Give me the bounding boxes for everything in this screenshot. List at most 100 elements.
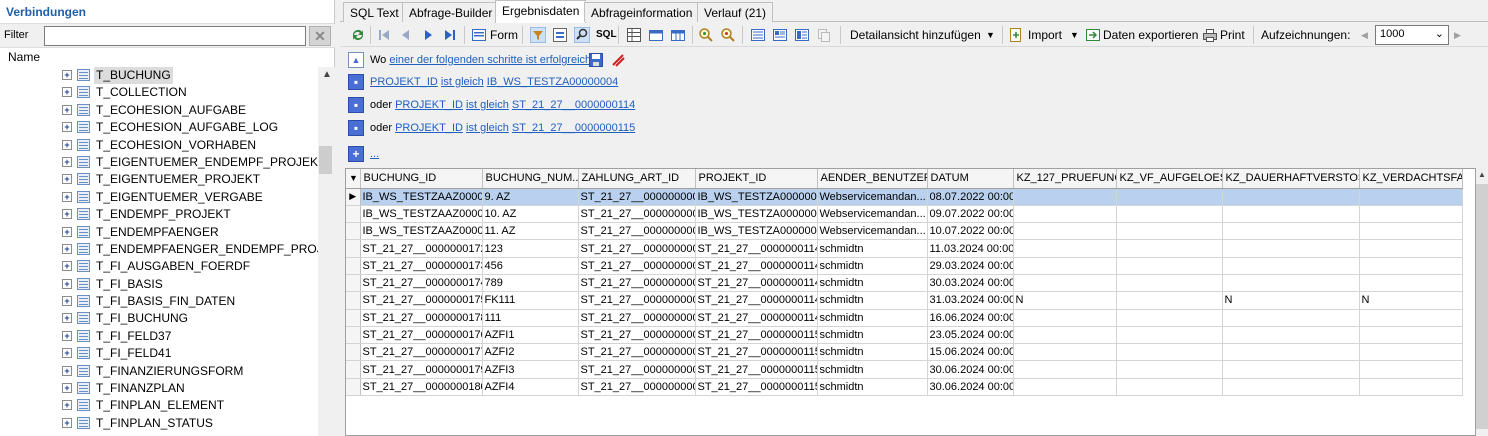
expand-icon[interactable]: + [62,156,72,167]
table-cell[interactable]: ST_21_27__0000000176 [360,326,483,345]
expand-icon[interactable]: + [62,139,72,150]
table-cell[interactable] [1359,222,1463,241]
tree-item[interactable]: + T_ECOHESION_AUFGABE_LOG [0,119,318,136]
table-cell[interactable]: Webservicemandan... [817,222,928,241]
table-cell[interactable]: 10.07.2022 00:00 [927,222,1014,241]
row-indicator[interactable] [346,205,361,224]
table-row[interactable]: ST_21_27__0000000177 AZFI2 ST_21_27__00000… [346,343,1463,362]
expand-icon[interactable]: + [62,104,72,115]
column-grid-icon[interactable] [648,27,664,43]
expand-icon[interactable]: + [62,261,72,272]
tree-scrollbar[interactable]: ▲ [318,67,335,436]
table-cell[interactable]: ST_21_27__0000000115 [695,343,818,362]
tree-item[interactable]: + T_COLLECTION [0,84,318,101]
expand-icon[interactable]: + [62,243,72,254]
select-all-header[interactable]: ▼ [346,169,361,189]
table-cell[interactable]: ST_21_27__0000000001 [578,360,696,379]
previous-record-icon[interactable] [398,27,414,43]
copy-icon[interactable] [816,27,832,43]
column-header[interactable]: AENDER_BENUTZER [817,169,928,189]
table-cell[interactable]: ST_21_27__0000000177 [360,343,483,362]
table-cell[interactable]: AZFI4 [482,378,579,397]
tree-item[interactable]: + T_FINANZPLAN [0,380,318,397]
expand-icon[interactable]: + [62,296,72,307]
sort-icon[interactable] [552,27,568,43]
table-cell[interactable]: ST_21_27__0000000001 [578,257,696,275]
form-button[interactable]: Form [490,26,518,44]
table-cell[interactable]: ST_21_27__0000000175 [360,291,483,310]
column-header[interactable]: DATUM [927,169,1014,189]
table-cell[interactable]: schmidtn [817,257,928,275]
save-filter-icon[interactable] [588,52,604,68]
grid-settings-icon[interactable] [626,27,642,43]
tab-abfrage-builder[interactable]: Abfrage-Builder [402,2,500,22]
table-cell[interactable] [1013,343,1117,362]
refresh-icon[interactable] [350,27,366,43]
table-row[interactable]: IB_WS_TESTZAAZ00001010. AZST_21_27__0000… [346,205,1463,224]
condition-menu-button[interactable]: ▪ [348,74,364,90]
table-row[interactable]: ST_21_27__0000000179 AZFI3 ST_21_27__00000… [346,360,1463,379]
table-cell[interactable]: ST_21_27__0000000115 [695,360,818,379]
table-row[interactable]: ST_21_27__0000000180 AZFI4 ST_21_27__00000… [346,378,1463,397]
table-row[interactable]: ST_21_27__0000000178 111 ST_21_27__0000000… [346,309,1463,327]
search-icon[interactable] [574,27,590,43]
table-cell[interactable]: Webservicemandan... [817,205,928,224]
table-cell[interactable]: schmidtn [817,378,928,397]
table-cell[interactable] [1116,326,1223,345]
table-cell[interactable]: 111 [482,309,579,327]
table-cell[interactable] [1359,360,1463,379]
table-cell[interactable]: ST_21_27__0000000001 [578,188,696,206]
table-cell[interactable]: ST_21_27__0000000004 [578,291,696,310]
table-cell[interactable] [1359,309,1463,327]
table-cell[interactable]: AZFI1 [482,326,579,345]
table-cell[interactable] [1013,222,1117,241]
grid-scrollbar-thumb[interactable] [1476,184,1488,429]
table-cell[interactable]: ST_21_27__0000000001 [578,239,696,258]
tree-item[interactable]: + T_EIGENTUEMER_PROJEKT [0,171,318,188]
expand-icon[interactable]: + [62,191,72,202]
table-cell[interactable]: ST_21_27__0000000001 [578,326,696,345]
table-cell[interactable] [1013,239,1117,258]
tree-item[interactable]: + T_EIGENTUEMER_VERGABE [0,189,318,206]
column-header[interactable]: PROJEKT_ID [695,169,818,189]
column-header[interactable]: KZ_DAUERHAFTVERSTOSS [1222,169,1360,189]
expand-icon[interactable]: + [62,209,72,220]
condition-operator[interactable]: ist gleich [441,76,484,88]
table-cell[interactable]: ST_21_27__0000000172 [360,239,483,258]
import-button[interactable]: Import [1028,26,1062,44]
table-cell[interactable]: 29.03.2024 00:00 [927,257,1014,275]
table-cell[interactable] [1222,239,1360,258]
table-row[interactable]: IB_WS_TESTZAAZ000011 11. AZ ST_21_27__0000… [346,222,1463,241]
table-cell[interactable] [1116,257,1223,275]
table-cell[interactable]: AZFI3 [482,360,579,379]
table-cell[interactable]: 30.06.2024 00:00 [927,378,1014,397]
table-cell[interactable] [1359,205,1463,224]
table-cell[interactable]: ST_21_27__0000000174 [360,274,483,293]
table-cell[interactable] [1116,205,1223,224]
table-cell[interactable] [1222,274,1360,293]
table-cell[interactable]: ST_21_27__0000000001 [578,274,696,293]
detail-view-icon[interactable] [772,27,788,43]
row-indicator[interactable] [346,343,361,362]
column-header[interactable]: ZAHLUNG_ART_ID [578,169,696,189]
import-dropdown-icon[interactable]: ▼ [1070,26,1079,44]
table-cell[interactable]: 789 [482,274,579,293]
tree-item[interactable]: + T_ECOHESION_VORHABEN [0,137,318,154]
table-cell[interactable] [1116,222,1223,241]
grid-scroll-up-icon[interactable]: ▲ [1478,170,1486,179]
table-cell[interactable]: schmidtn [817,239,928,258]
tree-item[interactable]: + T_FI_AUSGABEN_FOERDF [0,258,318,275]
table-cell[interactable]: 16.06.2024 00:00 [927,309,1014,327]
column-header[interactable]: KZ_VERDACHTSFALL [1359,169,1463,189]
clear-filter-icon[interactable] [610,52,626,68]
table-row[interactable]: ST_21_27__0000000175 FK111 ST_21_27__00000… [346,291,1463,310]
form-icon[interactable] [471,27,487,43]
expand-icon[interactable]: + [62,348,72,359]
filter-input[interactable] [44,26,306,46]
table-cell[interactable]: ST_21_27__0000000173 [360,257,483,275]
table-cell[interactable] [1013,257,1117,275]
print-icon[interactable] [1202,27,1218,43]
condition-operator[interactable]: ist gleich [466,99,509,111]
table-row[interactable]: ST_21_27__0000000173 456 ST_21_27__0000000… [346,257,1463,275]
table-cell[interactable] [1222,257,1360,275]
